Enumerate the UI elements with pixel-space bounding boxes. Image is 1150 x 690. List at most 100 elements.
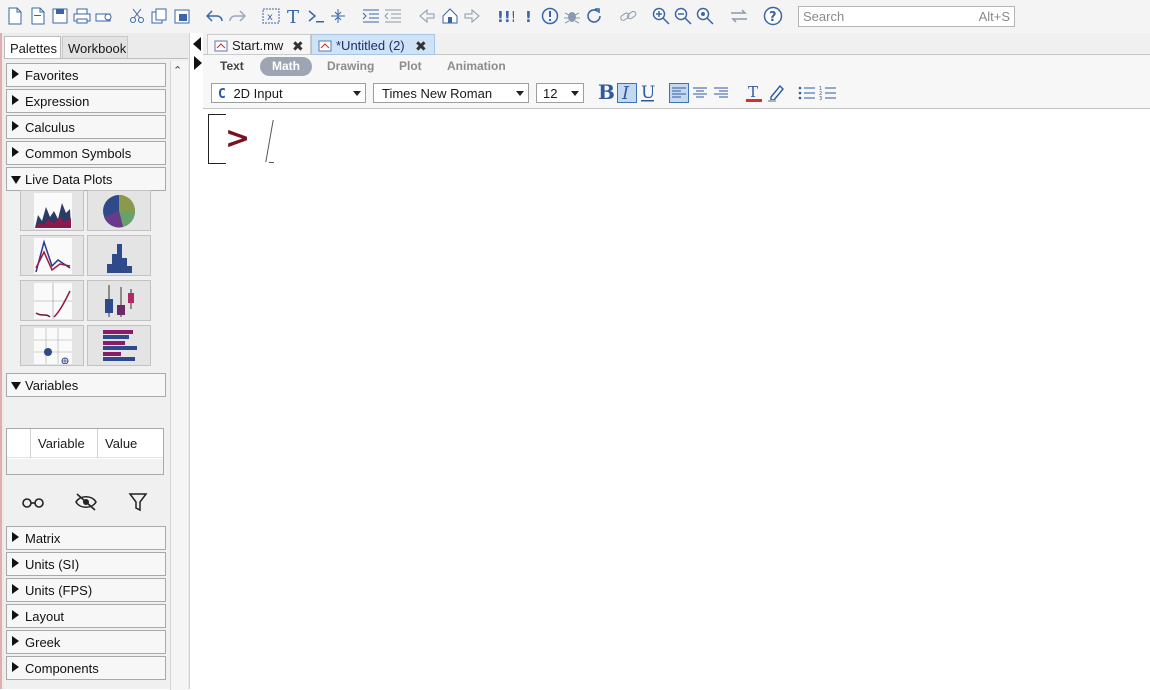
redo-icon[interactable] [227, 5, 247, 27]
zoom-in-icon[interactable] [651, 5, 671, 27]
close-icon[interactable]: ✖ [415, 38, 427, 55]
execution-group-bracket[interactable] [208, 114, 226, 164]
palette-live-data-plots[interactable]: Live Data Plots [6, 167, 166, 191]
collapse-palettes-icon[interactable] [193, 37, 201, 51]
numbered-list-button[interactable]: 123 [818, 83, 838, 103]
outdent-icon[interactable] [383, 5, 403, 27]
paste-icon[interactable] [172, 5, 192, 27]
back-icon[interactable] [417, 5, 437, 27]
tab-workbook[interactable]: Workbook [62, 36, 128, 58]
text-mode-icon[interactable]: T [284, 5, 304, 27]
bar-chart-button[interactable] [87, 325, 151, 366]
restart-icon[interactable] [584, 5, 604, 27]
variables-table[interactable]: Variable Value [6, 428, 164, 475]
palette-matrix[interactable]: Matrix [6, 526, 166, 550]
execute-icon[interactable]: ! [518, 5, 538, 27]
input-style-select[interactable]: C 2D Input [211, 83, 366, 103]
palette-list: ⌃ Favorites Expression Calculus Common S… [4, 58, 188, 690]
palette-variables[interactable]: Variables [6, 373, 166, 397]
bullet-list-button[interactable] [797, 83, 817, 103]
zoom-reset-icon[interactable] [695, 5, 715, 27]
indent-icon[interactable] [361, 5, 381, 27]
palette-layout[interactable]: Layout [6, 604, 166, 628]
new-document-icon[interactable] [28, 5, 48, 27]
palette-calculus[interactable]: Calculus [6, 115, 166, 139]
point-plot-button[interactable] [20, 325, 84, 366]
font-family-value: Times New Roman [382, 86, 493, 101]
align-left-button[interactable] [669, 83, 689, 103]
hide-variables-icon[interactable] [73, 491, 99, 513]
format-toolbar: C 2D Input Times New Roman 12 B I U T 12… [203, 79, 1150, 109]
line-plot-button[interactable] [20, 235, 84, 276]
new-worksheet-icon[interactable] [5, 5, 25, 27]
tab-palettes[interactable]: Palettes [4, 36, 61, 58]
palette-expression[interactable]: Expression [6, 89, 166, 113]
tab-start-mw[interactable]: Start.mw ✖ [207, 34, 311, 55]
font-family-select[interactable]: Times New Roman [373, 83, 529, 103]
close-icon[interactable]: ✖ [292, 38, 304, 55]
mode-animation[interactable]: Animation [447, 59, 506, 73]
scroll-up-icon[interactable]: ⌃ [173, 64, 182, 77]
palette-greek[interactable]: Greek [6, 630, 166, 654]
debug-icon[interactable] [562, 5, 582, 27]
mode-plot[interactable]: Plot [399, 59, 422, 73]
palette-favorites[interactable]: Favorites [6, 63, 166, 87]
point-plot-icon [34, 328, 72, 364]
mode-text[interactable]: Text [220, 59, 244, 73]
palette-label: Units (FPS) [25, 583, 93, 598]
interrupt-icon[interactable] [540, 5, 560, 27]
box-plot-icon [105, 285, 134, 317]
show-variables-icon[interactable] [20, 491, 46, 513]
home-icon[interactable] [440, 5, 460, 27]
bold-button[interactable]: B [596, 81, 616, 103]
swap-icon[interactable] [729, 5, 749, 27]
svg-text:3: 3 [819, 96, 822, 101]
palette-common-symbols[interactable]: Common Symbols [6, 141, 166, 165]
execution-group-icon[interactable] [306, 5, 326, 27]
tab-untitled-2[interactable]: *Untitled (2) ✖ [311, 34, 435, 55]
split-join-icon[interactable] [328, 5, 348, 27]
print-icon[interactable] [72, 5, 92, 27]
box-plot-button[interactable] [87, 280, 151, 321]
histogram-button[interactable] [87, 235, 151, 276]
copy-icon[interactable] [149, 5, 169, 27]
search-input[interactable]: Search Alt+S [798, 6, 1015, 27]
palette-components[interactable]: Components [6, 656, 166, 680]
input-prompt: > [225, 121, 251, 156]
select-region-icon[interactable]: x [261, 5, 281, 27]
print-preview-icon[interactable] [94, 5, 114, 27]
palette-units-fps[interactable]: Units (FPS) [6, 578, 166, 602]
column-value[interactable]: Value [97, 429, 163, 458]
svg-text:?: ? [769, 10, 777, 25]
area-plot-icon [34, 193, 72, 229]
zoom-out-icon[interactable] [673, 5, 693, 27]
filter-icon[interactable] [125, 491, 151, 513]
worksheet-canvas[interactable]: > [203, 110, 1150, 689]
palette-units-si[interactable]: Units (SI) [6, 552, 166, 576]
font-size-select[interactable]: 12 [536, 83, 584, 103]
mode-drawing[interactable]: Drawing [327, 59, 374, 73]
link-icon[interactable] [618, 5, 638, 27]
save-icon[interactable] [50, 5, 70, 27]
undo-icon[interactable] [205, 5, 225, 27]
highlight-color-button[interactable] [766, 83, 786, 103]
align-right-button[interactable] [711, 83, 731, 103]
mode-math[interactable]: Math [260, 57, 312, 76]
text-cursor [265, 120, 274, 162]
pie-chart-button[interactable] [87, 190, 151, 231]
italic-button[interactable]: I [617, 83, 637, 103]
area-plot-button[interactable] [20, 190, 84, 231]
help-icon[interactable]: ? [763, 5, 783, 27]
cut-icon[interactable] [127, 5, 147, 27]
execute-all-icon[interactable]: !!! [495, 5, 515, 27]
forward-icon[interactable] [462, 5, 482, 27]
underline-button[interactable]: U [638, 83, 658, 103]
text-color-button[interactable]: T [744, 83, 764, 103]
align-center-button[interactable] [690, 83, 710, 103]
expand-context-icon[interactable] [194, 56, 202, 70]
expand-arrow-icon [12, 147, 19, 157]
palette-scrollbar[interactable] [170, 61, 188, 690]
curve-plot-button[interactable] [20, 280, 84, 321]
palette-label: Expression [25, 94, 90, 109]
column-variable[interactable]: Variable [30, 429, 97, 458]
